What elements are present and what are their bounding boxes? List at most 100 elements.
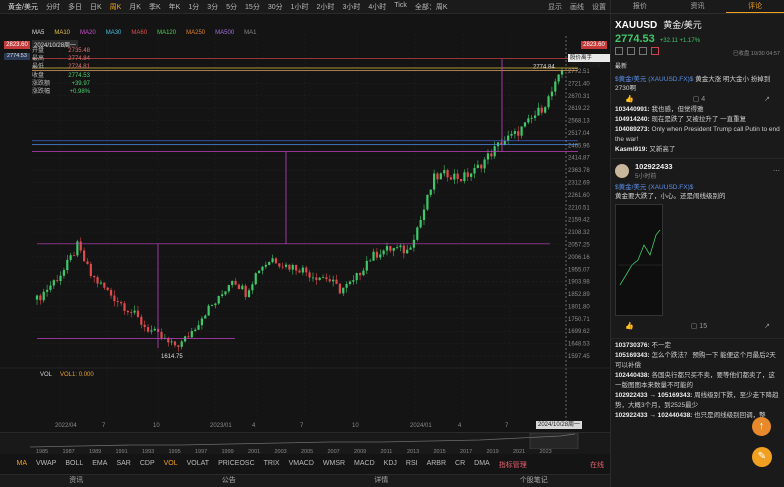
bottom-tab-1[interactable]: 公告 — [153, 475, 306, 487]
indicator-ma[interactable]: MA — [12, 460, 32, 470]
reply-user[interactable]: 102440438: — [615, 372, 650, 379]
timeframe-4[interactable]: 月K — [125, 2, 145, 12]
timeframe-15[interactable]: 4小时 — [364, 2, 390, 12]
reply-item[interactable]: 105169343: 怎么个跌法？ 预购一下 能便这个月最后2天可以补偿 — [615, 351, 780, 371]
post-symbol-link[interactable]: $黄金/美元 (XAUUSD.FX)$ — [615, 76, 693, 83]
indicator-rsi[interactable]: RSI — [401, 460, 422, 470]
timeframe-2[interactable]: 日K — [86, 2, 106, 12]
compose-button[interactable]: ✎ — [752, 447, 772, 467]
indicator-volat[interactable]: VOLAT — [182, 460, 213, 470]
indicator-ema[interactable]: EMA — [88, 460, 112, 470]
x-tick-label: 7 — [505, 423, 509, 429]
timeframe-17[interactable]: 全部：周K — [411, 2, 452, 12]
y-tick-label: 1852.89 — [568, 292, 590, 298]
timeframe-11[interactable]: 30分 — [264, 2, 287, 12]
indicator-vwap[interactable]: VWAP — [32, 460, 61, 470]
indicator-macd[interactable]: MACD — [350, 460, 380, 470]
candle-body — [247, 290, 251, 298]
bookmark-icon[interactable] — [639, 47, 647, 55]
reply-item[interactable]: 102440438: 各国央行都只买不卖，要等他们都卖了，这一版图图本来数量不可… — [615, 371, 780, 391]
timeframe-1[interactable]: 多日 — [64, 2, 86, 12]
timeframe-10[interactable]: 15分 — [241, 2, 264, 12]
indicator-arbr[interactable]: ARBR — [422, 460, 450, 470]
comment-icon[interactable]: ▢ 15 — [691, 322, 707, 330]
bottom-tab-0[interactable]: 资讯 — [0, 475, 153, 487]
overview-navigator[interactable]: 1985 1987 1989 1991 1993 1995 1997 1999 2001 2003… — [0, 432, 610, 455]
reply-item[interactable]: 103730376: 不一定 — [615, 341, 780, 351]
timeframe-7[interactable]: 1分 — [184, 2, 203, 12]
share-icon[interactable]: ↗ — [764, 95, 770, 103]
comment-post-2[interactable]: 102922433 5小时前 ⋯ $黄金/美元 (XAUUSD.FX)$ 黄金要… — [611, 159, 784, 339]
indicator-dma[interactable]: DMA — [470, 460, 495, 470]
bottom-tab-3[interactable]: 个股笔记 — [458, 475, 611, 487]
indicator-vol[interactable]: VOL — [159, 460, 182, 470]
indicator-指标管理[interactable]: 指标管理 — [494, 460, 531, 470]
scroll-top-button[interactable]: ↑ — [752, 417, 771, 436]
indicator-kdj[interactable]: KDJ — [379, 460, 401, 470]
overview-year: 2013 — [407, 449, 420, 455]
post-image-thumbnail[interactable] — [615, 204, 663, 316]
symbol-selector[interactable]: 黄金/美元 — [4, 2, 42, 12]
symbol-header: XAUUSD 黄金/美元 2774.53 +32.11 +1.17% 已收盘 1… — [611, 14, 784, 72]
indicator-cr[interactable]: CR — [451, 460, 470, 470]
settings-button[interactable]: 设置 — [592, 2, 606, 12]
price-chart[interactable]: 2772.512721.402670.312619.222568.132517.… — [0, 14, 610, 424]
timeframe-12[interactable]: 1小时 — [287, 2, 313, 12]
chart-icon[interactable] — [627, 47, 635, 55]
reply-user[interactable]: 104089273: — [615, 126, 650, 133]
indicator-priceosc[interactable]: PRICEOSC — [214, 460, 260, 470]
timeframe-16[interactable]: Tick — [390, 2, 411, 12]
post2-symbol-link[interactable]: $黄金/美元 (XAUUSD.FX)$ — [615, 184, 693, 191]
overview-year: 2001 — [248, 449, 261, 455]
flag-icon[interactable] — [615, 47, 623, 55]
more-icon[interactable]: ⋯ — [773, 167, 780, 175]
reply-item[interactable]: 104914240: 现在是跌了 又被拉升了 一直重复 — [615, 115, 780, 125]
indicator-wmsr[interactable]: WMSR — [318, 460, 349, 470]
reply-user[interactable]: 102922433 → 102440438: — [615, 412, 692, 419]
post-username[interactable]: 102922433 — [635, 162, 673, 171]
timeframe-3[interactable]: 周K — [106, 2, 126, 12]
reply-item[interactable]: Kasmi919: 又新高了 — [615, 145, 780, 155]
candle-body — [325, 277, 328, 280]
reply-item[interactable]: 103440991: 我也感，但觉得雅 — [615, 105, 780, 115]
indicator-cdp[interactable]: CDP — [135, 460, 159, 470]
reply-user[interactable]: 105169343: — [615, 352, 650, 359]
candle-body — [449, 177, 453, 180]
share-icon[interactable]: ↗ — [764, 322, 770, 330]
reply-user[interactable]: 102922433 → 105169343: — [615, 392, 692, 399]
indicator-trix[interactable]: TRIX — [259, 460, 284, 470]
tab-comments[interactable]: 评论 — [726, 0, 784, 13]
indicator-sar[interactable]: SAR — [112, 460, 135, 470]
draw-line-button[interactable]: 画线 — [570, 2, 584, 12]
comment-post-1[interactable]: $黄金/美元 (XAUUSD.FX)$ 黄金大涨 明大金小 扮掉到2730啊 👍… — [611, 72, 784, 159]
timeframe-13[interactable]: 2小时 — [313, 2, 339, 12]
candle-body — [328, 279, 331, 282]
timeframe-0[interactable]: 分时 — [42, 2, 64, 12]
reply-text: 不一定 — [651, 342, 672, 349]
overview-year: 2007 — [327, 449, 340, 455]
timeframe-14[interactable]: 3小时 — [338, 2, 364, 12]
like-icon[interactable]: 👍 — [625, 322, 634, 330]
heart-icon[interactable] — [651, 47, 659, 55]
reply-user[interactable]: 103440991: — [615, 106, 650, 113]
indicator-boll[interactable]: BOLL — [61, 460, 88, 470]
display-button[interactable]: 显示 — [548, 2, 562, 12]
reply-item[interactable]: 104089273: Only when President Trump cal… — [615, 125, 780, 145]
indicator-vmacd[interactable]: VMACD — [284, 460, 318, 470]
latest-label[interactable]: 最新 — [615, 61, 627, 70]
reply-user[interactable]: 103730376: — [615, 342, 650, 349]
timeframe-9[interactable]: 5分 — [222, 2, 241, 12]
tab-news[interactable]: 资讯 — [669, 0, 727, 13]
chart-pane[interactable]: 黄金/美元 分时 多日 日K 周K 月K 季K 年K 1分 3分 5分 15分 30分 1小时 2小时 3小… — [0, 0, 610, 487]
avatar[interactable] — [615, 164, 629, 178]
reply-user[interactable]: 104914240: — [615, 116, 650, 123]
bottom-tab-2[interactable]: 详情 — [305, 475, 458, 487]
reply-user[interactable]: Kasmi919: — [615, 146, 648, 153]
timeframe-8[interactable]: 3分 — [203, 2, 222, 12]
reply-item[interactable]: 102922433 → 105169343: 周线级别下跌，至少走下降趋势，大概… — [615, 391, 780, 411]
tab-quote[interactable]: 报价 — [611, 0, 669, 13]
timeframe-6[interactable]: 年K — [165, 2, 185, 12]
comment-icon[interactable]: ▢ 4 — [693, 95, 705, 103]
like-icon[interactable]: 👍 — [625, 95, 634, 103]
timeframe-5[interactable]: 季K — [145, 2, 165, 12]
